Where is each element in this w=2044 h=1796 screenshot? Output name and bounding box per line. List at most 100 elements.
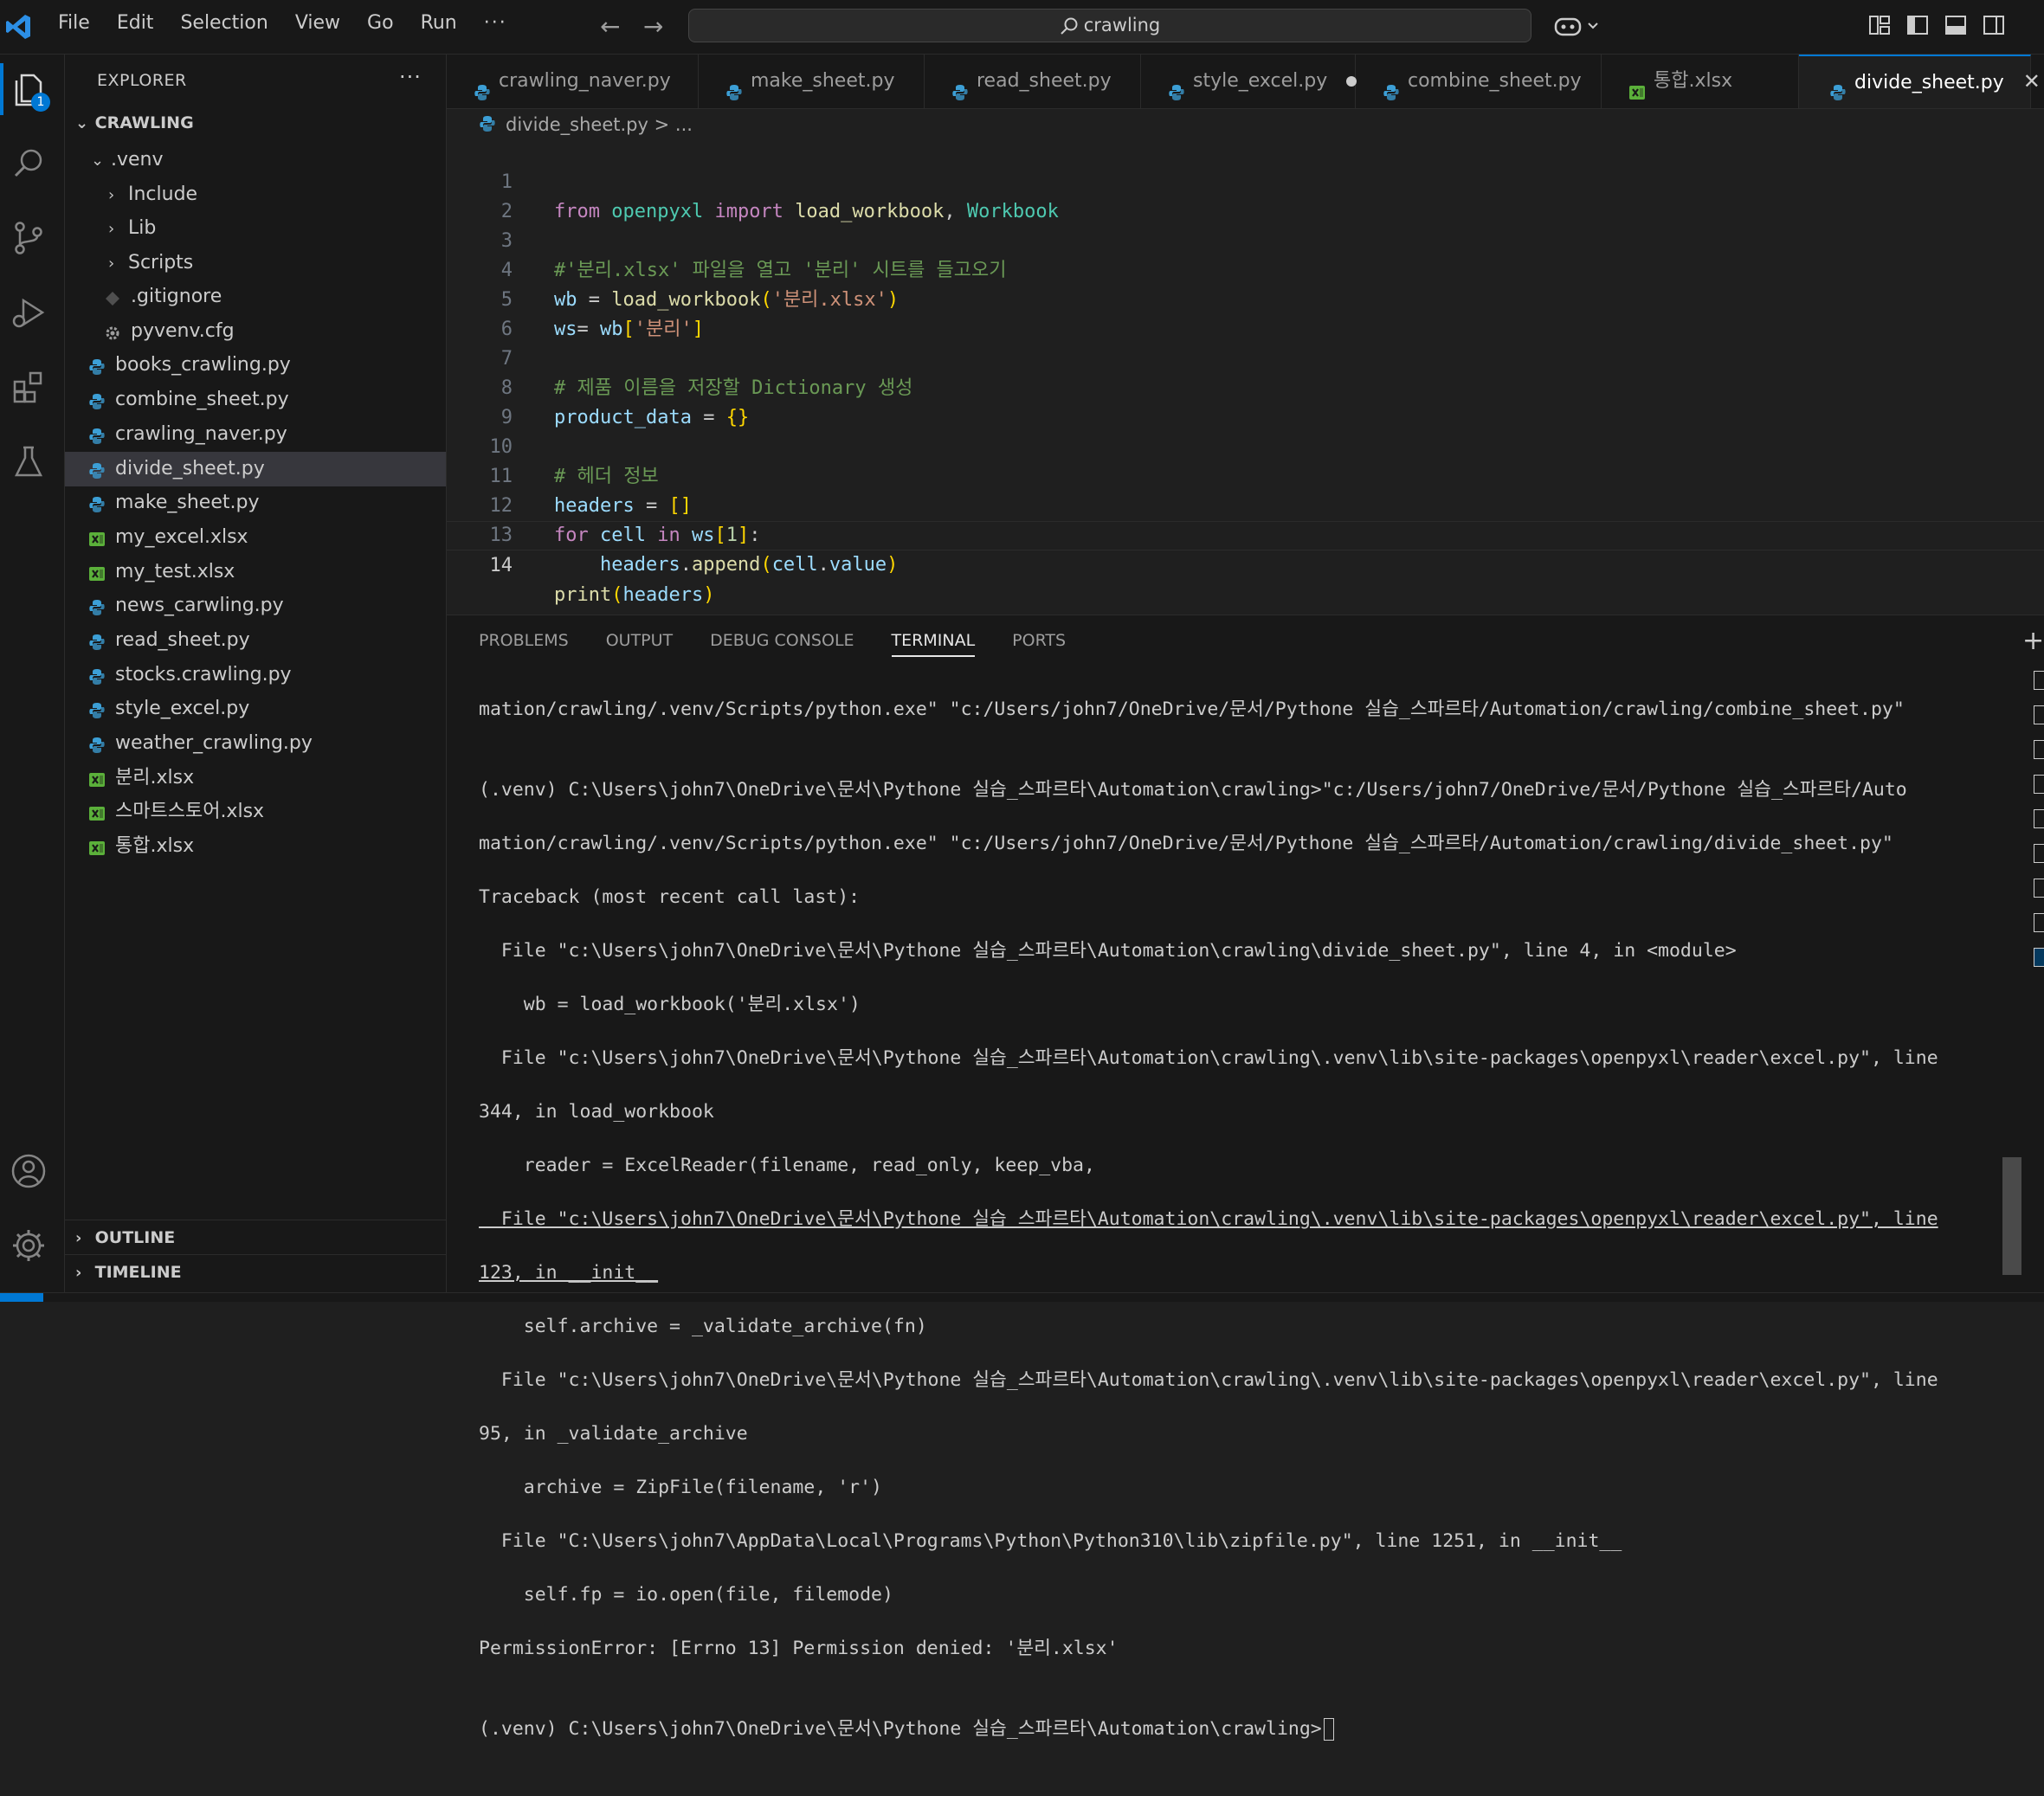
tab-output[interactable]: OUTPUT [606,631,673,657]
search-icon[interactable] [10,145,48,183]
terminal-instance-icon[interactable] [2034,809,2044,828]
extensions-icon[interactable] [10,368,48,406]
terminal-prompt-line[interactable]: (.venv) C:\Users\john7\OneDrive\문서\Pytho… [479,1716,2037,1742]
terminal-instance-icon[interactable] [2034,705,2044,724]
terminal-instance-icon[interactable] [2034,879,2044,898]
file-my-excel[interactable]: my_excel.xlsx [65,520,446,555]
folder-include[interactable]: › Include [65,177,446,212]
file-tonghap-xlsx[interactable]: 통합.xlsx [65,829,446,864]
file-style-excel[interactable]: style_excel.py [65,692,446,726]
file-stocks-crawling[interactable]: stocks.crawling.py [65,658,446,692]
folder-venv[interactable]: ⌄ .venv [65,143,446,177]
folder-lib[interactable]: › Lib [65,211,446,246]
chevron-right-icon: › [108,186,115,204]
source-control-icon[interactable] [10,219,48,257]
terminal-line: File "c:\Users\john7\OneDrive\문서\Pythone… [479,1047,1938,1069]
menu-go[interactable]: Go [367,12,394,34]
file-make-sheet[interactable]: make_sheet.py [65,486,446,520]
file-read-sheet[interactable]: read_sheet.py [65,623,446,658]
file-label: stocks.crawling.py [115,664,292,686]
workspace-root-label: CRAWLING [94,113,194,132]
run-and-debug-icon[interactable] [10,293,48,332]
file-crawling-naver[interactable]: crawling_naver.py [65,417,446,452]
file-combine-sheet[interactable]: combine_sheet.py [65,383,446,417]
back-arrow-icon[interactable]: ← [600,12,620,41]
chevron-down-icon: ⌄ [91,151,105,170]
tab-problems[interactable]: PROBLEMS [479,631,569,657]
tab-ports[interactable]: PORTS [1012,631,1066,657]
layout-controls [1868,14,2005,36]
menu-file[interactable]: File [58,12,90,34]
tab-read-sheet[interactable]: read_sheet.py [925,55,1141,108]
terminal-instance-icon[interactable] [2034,775,2044,794]
terminal-output[interactable]: mation/crawling/.venv/Scripts/python.exe… [479,669,2037,1796]
close-icon[interactable]: ✕ [2023,69,2041,93]
tab-divide-sheet[interactable]: divide_sheet.py ✕ [1799,55,2041,108]
tab-label: make_sheet.py [751,70,895,92]
toggle-primary-sidebar-icon[interactable] [1906,14,1929,36]
terminal-instance-icon[interactable] [2034,844,2044,863]
toggle-panel-icon[interactable] [1944,14,1967,36]
breadcrumb-rest[interactable]: > ... [654,114,693,135]
file-weather-crawling[interactable]: weather_crawling.py [65,726,446,761]
tab-style-excel[interactable]: style_excel.py [1141,55,1357,108]
file-news-carwling[interactable]: news_carwling.py [65,589,446,623]
forward-arrow-icon[interactable]: → [643,12,663,41]
terminal-instance-icon[interactable] [2034,740,2044,759]
new-terminal-plus-icon[interactable]: + [2022,626,2044,656]
menu-view[interactable]: View [295,12,340,34]
terminal-instance-icon[interactable] [2034,948,2044,967]
terminal-line: self.fp = io.open(file, filemode) [479,1584,893,1606]
file-smartstore-xlsx[interactable]: 스마트스토어.xlsx [65,795,446,829]
tab-debug-console[interactable]: DEBUG CONSOLE [710,631,854,657]
accounts-icon[interactable] [10,1152,48,1190]
file-books-crawling[interactable]: books_crawling.py [65,348,446,383]
tab-crawling-naver[interactable]: crawling_naver.py [447,55,699,108]
menu-edit[interactable]: Edit [117,12,154,34]
folder-scripts[interactable]: › Scripts [65,246,446,280]
outline-label: OUTLINE [94,1228,176,1247]
file-label: my_excel.xlsx [115,526,248,548]
code-line: 8 product_data = {} [447,344,2044,428]
menu-selection[interactable]: Selection [180,12,268,34]
terminal-instance-icon[interactable] [2034,671,2044,690]
tab-make-sheet[interactable]: make_sheet.py [699,55,925,108]
menu-run[interactable]: Run [421,12,457,34]
menu-more[interactable]: ··· [484,12,507,34]
toggle-secondary-sidebar-icon[interactable] [1983,14,2005,36]
code-line: 7 # 제품 이름을 저장할 Dictionary 생성 [447,315,2044,399]
terminal-file-link[interactable]: 123, in __init__ [479,1259,2037,1286]
file-label: pyvenv.cfg [131,320,235,342]
file-my-test[interactable]: my_test.xlsx [65,555,446,589]
copilot-icon[interactable] [1552,12,1601,40]
explorer-more-actions[interactable]: ··· [399,65,422,89]
outline-section[interactable]: › OUTLINE [65,1220,446,1254]
terminal-line: PermissionError: [Errno 13] Permission d… [479,1638,1119,1659]
file-label: my_test.xlsx [115,561,235,583]
file-divide-sheet[interactable]: divide_sheet.py [65,452,446,486]
tab-combine-sheet[interactable]: combine_sheet.py [1356,55,1602,108]
terminal-instance-icon[interactable] [2034,913,2044,932]
file-bunri-xlsx[interactable]: 분리.xlsx [65,761,446,795]
terminal-scrollbar[interactable] [2002,1157,2021,1275]
file-pyvenv-cfg[interactable]: pyvenv.cfg [65,314,446,349]
breadcrumb-file[interactable]: divide_sheet.py [506,114,648,135]
tab-tonghap-xlsx[interactable]: 통합.xlsx [1602,55,1799,108]
customize-layout-icon[interactable] [1868,14,1891,36]
workspace-root[interactable]: ⌄ CRAWLING [75,113,194,132]
testing-flask-icon[interactable] [10,442,48,480]
explorer-badge: 1 [31,93,50,112]
command-center-search[interactable]: crawling [688,9,1531,42]
settings-gear-icon[interactable] [10,1226,48,1265]
code-editor[interactable]: 1 from openpyxl import load_workbook, Wo… [447,138,2044,615]
tab-terminal[interactable]: TERMINAL [891,631,976,657]
file-gitignore[interactable]: .gitignore [65,280,446,314]
chevron-down-icon: ⌄ [75,114,89,132]
python-file-icon [1167,70,1186,100]
file-label: make_sheet.py [115,492,260,513]
excel-file-icon [87,801,106,821]
timeline-section[interactable]: › TIMELINE [65,1254,446,1289]
python-file-icon [87,732,106,753]
terminal-file-link[interactable]: File "c:\Users\john7\OneDrive\문서\Pythone… [479,1206,2037,1233]
python-file-icon [87,354,106,375]
